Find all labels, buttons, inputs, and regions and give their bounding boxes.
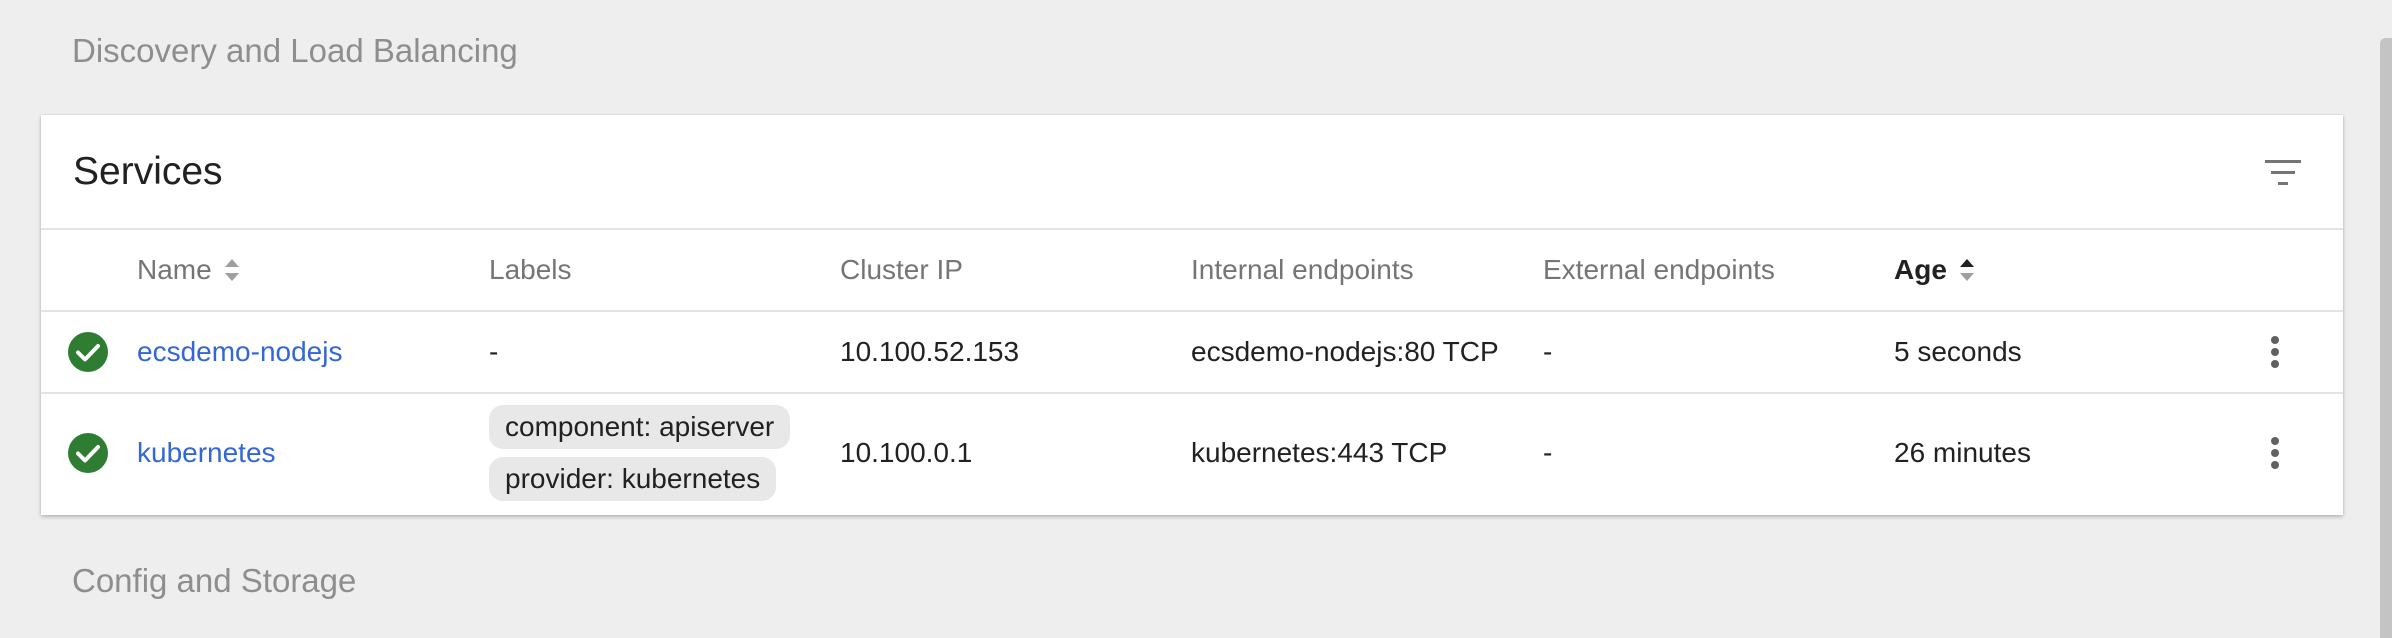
card-title: Services (73, 150, 223, 193)
column-header-external-endpoints: External endpoints (1543, 254, 1775, 285)
column-header-age[interactable]: Age (1894, 230, 1977, 310)
filter-button[interactable] (2261, 151, 2305, 195)
column-header-labels: Labels (489, 254, 572, 285)
column-header-age-label: Age (1894, 254, 1947, 285)
label-chip: provider: kubernetes (489, 457, 777, 501)
column-header-name-label: Name (137, 254, 212, 285)
external-endpoints-cell: - (1543, 336, 1553, 367)
check-circle-icon (68, 332, 108, 372)
column-header-cluster-ip: Cluster IP (840, 254, 963, 285)
service-name-cell: kubernetes (137, 394, 276, 512)
labels-cell: - (489, 336, 499, 367)
internal-endpoints-cell: kubernetes:443 TCP (1191, 437, 1448, 468)
sort-active-icon[interactable] (1957, 255, 1977, 285)
column-header-internal-endpoints: Internal endpoints (1191, 254, 1414, 285)
check-circle-icon (68, 433, 108, 473)
section-title-config: Config and Storage (72, 562, 357, 599)
table-header-row: Name Labels Cluster IP Internal endpoint… (41, 230, 2343, 312)
status-cell (67, 394, 109, 512)
status-cell (67, 312, 109, 392)
labels-cell: component: apiserver provider: kubernete… (489, 394, 791, 512)
service-name-link[interactable]: ecsdemo-nodejs (137, 336, 342, 368)
age-cell: 5 seconds (1894, 336, 2022, 367)
internal-endpoints-cell: ecsdemo-nodejs:80 TCP (1191, 336, 1499, 367)
service-name-cell: ecsdemo-nodejs (137, 312, 342, 392)
filter-icon (2265, 160, 2301, 185)
label-chip: component: apiserver (489, 405, 791, 449)
external-endpoints-cell: - (1543, 437, 1553, 468)
table-row: kubernetes component: apiserver provider… (41, 394, 2343, 512)
section-title-discovery: Discovery and Load Balancing (72, 32, 518, 69)
card-header: Services (41, 115, 2343, 230)
sort-icon[interactable] (222, 255, 242, 285)
column-header-name[interactable]: Name (137, 230, 242, 310)
table-row: ecsdemo-nodejs - 10.100.52.153 ecsdemo-n… (41, 312, 2343, 394)
more-vert-icon (2271, 437, 2279, 469)
services-card: Services Name Labels Cluster IP Internal… (41, 115, 2343, 515)
age-cell: 26 minutes (1894, 437, 2031, 468)
more-vert-icon (2271, 336, 2279, 368)
label-chips: component: apiserver provider: kubernete… (489, 405, 791, 501)
service-name-link[interactable]: kubernetes (137, 437, 276, 469)
scrollbar[interactable] (2380, 38, 2392, 638)
row-menu-button[interactable] (2265, 394, 2285, 512)
cluster-ip-cell: 10.100.0.1 (840, 437, 973, 468)
row-menu-button[interactable] (2265, 312, 2285, 392)
cluster-ip-cell: 10.100.52.153 (840, 336, 1020, 367)
